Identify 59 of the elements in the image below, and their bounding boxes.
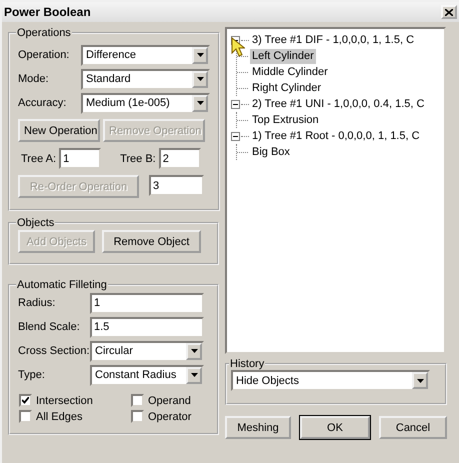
tree-item[interactable]: 2) Tree #1 UNI - 1,0,0,0, 0.4, 1.5, C <box>250 96 426 112</box>
close-button[interactable] <box>441 5 457 19</box>
checkbox-label: Operand <box>148 394 191 406</box>
text-field[interactable]: 2 <box>158 148 201 169</box>
dropdown[interactable]: Hide Objects <box>231 370 430 391</box>
check-icon <box>22 397 29 404</box>
collapse-icon[interactable] <box>231 100 240 108</box>
field-label: Cross Section: <box>18 345 90 357</box>
field-label: Radius: <box>18 297 56 309</box>
field-label: Accuracy: <box>18 97 68 109</box>
button[interactable]: Meshing <box>225 416 291 439</box>
button[interactable]: Remove Object <box>102 230 201 253</box>
text-field[interactable]: 1 <box>59 148 102 169</box>
checkbox-label: All Edges <box>36 410 82 422</box>
caret-icon <box>190 349 198 353</box>
group-title: History <box>229 358 266 370</box>
checkbox[interactable] <box>131 410 144 423</box>
caret-icon <box>416 378 424 382</box>
tree-item[interactable]: Middle Cylinder <box>250 64 330 80</box>
button[interactable]: New Operation <box>18 119 100 142</box>
caret-icon <box>196 101 204 105</box>
checkbox-label: Operator <box>148 410 192 422</box>
group-title: Operations <box>16 27 72 39</box>
text-field[interactable]: 1 <box>90 292 204 314</box>
dropdown[interactable]: Standard <box>81 68 210 90</box>
field-label: Tree A: <box>21 152 56 164</box>
group-title: Automatic Filleting <box>16 279 108 291</box>
close-icon <box>445 8 453 16</box>
tree-item[interactable]: 3) Tree #1 DIF - 1,0,0,0, 1, 1.5, C <box>250 32 416 48</box>
button[interactable]: Cancel <box>379 416 447 439</box>
button[interactable]: OK <box>300 416 370 439</box>
text-field[interactable]: 1.5 <box>90 316 204 338</box>
text-field[interactable]: 3 <box>149 175 204 196</box>
field-label: Tree B: <box>120 152 156 164</box>
caret-icon <box>190 373 198 377</box>
field-label: Type: <box>18 369 46 381</box>
checkbox[interactable] <box>19 394 32 407</box>
dropdown[interactable]: Constant Radius <box>90 364 204 386</box>
tree-item[interactable]: Right Cylinder <box>250 80 324 96</box>
group-title: Objects <box>16 217 56 229</box>
caret-icon <box>196 53 204 57</box>
tree-view[interactable]: 3) Tree #1 DIF - 1,0,0,0, 1, 1.5, C Left Cylinder Middle Cylinder Right Cylinder 2) Tree #1 UNI - 1,0,0,0, 0.4, 1.5, C Top Extrusion 1) Tree #1 Root - 0,0,0,0, 1, 1.5, C Big Box <box>225 27 446 354</box>
checkbox[interactable] <box>131 394 144 407</box>
checkbox-label: Intersection <box>36 394 93 406</box>
dropdown[interactable]: Circular <box>90 340 204 362</box>
tree-item[interactable]: 1) Tree #1 Root - 0,0,0,0, 1, 1.5, C <box>250 128 422 144</box>
dropdown[interactable]: Difference <box>81 44 210 66</box>
tree-item[interactable]: Top Extrusion <box>250 112 321 128</box>
tree-item[interactable]: Big Box <box>250 144 292 160</box>
cursor-icon <box>231 37 245 57</box>
caret-icon <box>196 77 204 81</box>
checkbox[interactable] <box>19 410 32 423</box>
window-title: Power Boolean <box>4 5 91 19</box>
field-label: Blend Scale: <box>18 321 81 333</box>
field-label: Mode: <box>18 73 50 85</box>
field-label: Operation: <box>18 49 70 61</box>
tree-item[interactable]: Left Cylinder <box>250 48 316 64</box>
collapse-icon[interactable] <box>231 132 240 140</box>
dropdown[interactable]: Medium (1e-005) <box>81 92 210 114</box>
